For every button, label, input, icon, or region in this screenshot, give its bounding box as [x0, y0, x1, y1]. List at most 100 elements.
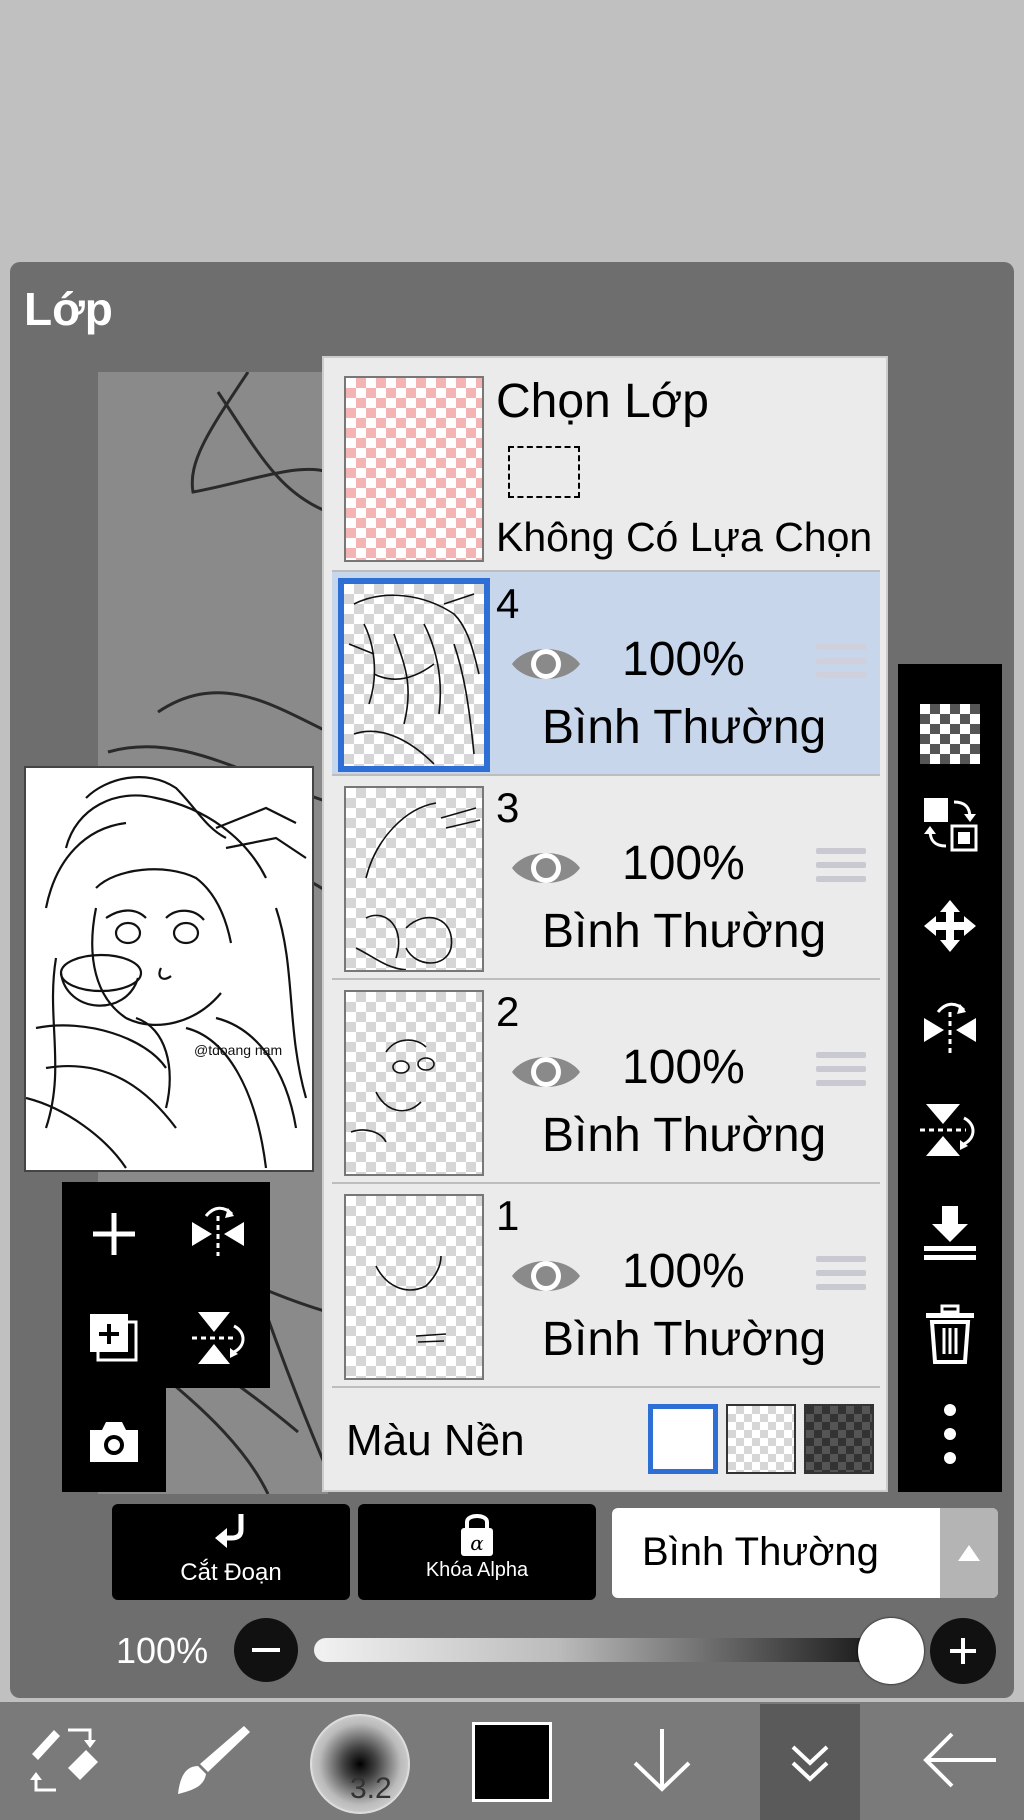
clipping-button[interactable]: Cắt Đoạn	[112, 1504, 350, 1600]
tool-switch-button[interactable]	[14, 1710, 114, 1810]
right-toolbar	[898, 664, 1002, 1492]
flip-vertical-right-button[interactable]	[912, 1092, 988, 1168]
drag-handle-icon[interactable]	[816, 1052, 866, 1092]
merge-down-icon	[924, 1206, 976, 1260]
layer-thumbnail-art	[348, 593, 480, 765]
layer-blend-mode: Bình Thường	[542, 1313, 827, 1366]
layer-opacity: 100%	[622, 837, 745, 890]
alpha-lock-label: Khóa Alpha	[425, 1559, 529, 1581]
flip-horizontal-button[interactable]	[176, 1192, 260, 1276]
opacity-decrease-button[interactable]	[234, 1618, 298, 1682]
visibility-eye-icon[interactable]	[508, 634, 584, 694]
swap-layer-icon	[924, 798, 978, 852]
duplicate-layer-button[interactable]	[72, 1296, 156, 1380]
layers-panel-toggle-button[interactable]	[760, 1704, 860, 1820]
blend-mode-value: Bình Thường	[642, 1530, 879, 1574]
drag-handle-icon[interactable]	[816, 1256, 866, 1296]
clipping-arrow-icon	[215, 1514, 244, 1548]
visibility-eye-icon[interactable]	[508, 838, 584, 898]
back-button[interactable]	[910, 1710, 1010, 1810]
brush-eraser-swap-icon	[30, 1728, 98, 1792]
plus-icon	[93, 1213, 135, 1255]
brush-icon	[178, 1726, 250, 1794]
camera-button[interactable]	[72, 1400, 156, 1484]
drag-handle-icon[interactable]	[816, 644, 866, 684]
double-chevron-down-icon	[791, 1745, 829, 1782]
layer-thumbnail-art	[350, 1039, 435, 1143]
color-swatch-button[interactable]	[472, 1722, 552, 1802]
layer-down-button[interactable]	[612, 1710, 712, 1810]
opacity-slider-track[interactable]	[314, 1638, 924, 1662]
alpha-lock-button[interactable]: α Khóa Alpha	[358, 1504, 596, 1600]
layer-row[interactable]: 3 100% Bình Thường	[332, 776, 880, 980]
layer-row[interactable]: 2 100% Bình Thường	[332, 980, 880, 1184]
layer-number: 4	[496, 580, 520, 627]
background-dark-swatch[interactable]	[804, 1404, 874, 1474]
more-options-button[interactable]	[912, 1396, 988, 1472]
lock-icon: α	[461, 1514, 493, 1556]
layer-blend-mode: Bình Thường	[542, 905, 827, 958]
flip-horizontal-right-button[interactable]	[912, 990, 988, 1066]
layer-thumbnail	[344, 786, 484, 972]
background-color-row: Màu Nền	[332, 1388, 880, 1488]
minus-icon	[252, 1648, 280, 1652]
bottom-toolbar: 3.2	[0, 1702, 1024, 1820]
opacity-value: 100%	[116, 1630, 209, 1671]
layer-row[interactable]: 4 100% Bình Thường	[332, 572, 880, 776]
selection-layer-thumbnail	[344, 376, 484, 562]
visibility-eye-icon[interactable]	[508, 1042, 584, 1102]
layer-opacity: 100%	[622, 1245, 745, 1298]
layer-opacity: 100%	[622, 633, 745, 686]
svg-text:α: α	[470, 1531, 484, 1555]
merge-down-button[interactable]	[912, 1194, 988, 1270]
layer-thumbnail	[344, 1194, 484, 1380]
layer-thumbnail	[338, 578, 490, 772]
duplicate-layer-icon	[90, 1314, 138, 1362]
flip-vertical-icon	[192, 1312, 245, 1364]
plus-icon	[950, 1638, 976, 1664]
selection-layer-row[interactable]: Chọn Lớp Không Có Lựa Chọn	[332, 366, 880, 572]
layer-thumbnail-art	[375, 1255, 447, 1343]
background-color-label: Màu Nền	[346, 1416, 525, 1465]
layer-number: 3	[496, 784, 520, 831]
layers-list: Chọn Lớp Không Có Lựa Chọn 4 100% Bình T…	[322, 356, 888, 1492]
move-icon	[924, 900, 976, 952]
selection-layer-subtitle: Không Có Lựa Chọn	[496, 514, 873, 560]
layer-opacity: 100%	[622, 1041, 745, 1094]
layer-thumbnail	[344, 990, 484, 1176]
caret-up-icon	[958, 1545, 980, 1561]
opacity-slider-thumb[interactable]	[858, 1618, 924, 1684]
blend-mode-select[interactable]: Bình Thường	[612, 1508, 998, 1598]
layer-number: 1	[496, 1192, 520, 1239]
opacity-increase-button[interactable]	[930, 1618, 996, 1684]
swap-layer-button[interactable]	[912, 786, 988, 862]
background-white-swatch[interactable]	[648, 1404, 718, 1474]
more-vertical-icon	[944, 1404, 956, 1464]
brush-size-value: 3.2	[350, 1772, 392, 1805]
add-layer-button[interactable]	[72, 1192, 156, 1276]
preview-signature: @tdoang nam	[194, 1042, 282, 1058]
delete-layer-button[interactable]	[912, 1296, 988, 1372]
background-transparent-swatch[interactable]	[726, 1404, 796, 1474]
move-button[interactable]	[912, 888, 988, 964]
preview-drawing: @tdoang nam	[26, 776, 308, 1169]
layer-thumbnail-art	[355, 802, 481, 970]
layer-blend-mode: Bình Thường	[542, 1109, 827, 1162]
brush-tool-button[interactable]	[162, 1710, 262, 1810]
drag-handle-icon[interactable]	[816, 848, 866, 888]
checkerboard-icon	[920, 704, 980, 764]
layer-number: 2	[496, 988, 520, 1035]
flip-horizontal-icon	[924, 1002, 976, 1054]
flip-horizontal-icon	[192, 1206, 244, 1256]
layer-row[interactable]: 1 100% Bình Thường	[332, 1184, 880, 1388]
brush-size-button[interactable]: 3.2	[310, 1714, 410, 1814]
layer-blend-mode: Bình Thường	[542, 701, 827, 754]
visibility-eye-icon[interactable]	[508, 1246, 584, 1306]
selection-layer-title: Chọn Lớp	[496, 375, 709, 428]
trash-icon	[926, 1304, 974, 1364]
blend-mode-dropdown-toggle[interactable]	[940, 1508, 998, 1598]
flip-vertical-icon	[920, 1104, 975, 1156]
panel-title: Lớp	[24, 283, 113, 335]
flip-vertical-button[interactable]	[176, 1296, 260, 1380]
transparency-button[interactable]	[912, 696, 988, 772]
